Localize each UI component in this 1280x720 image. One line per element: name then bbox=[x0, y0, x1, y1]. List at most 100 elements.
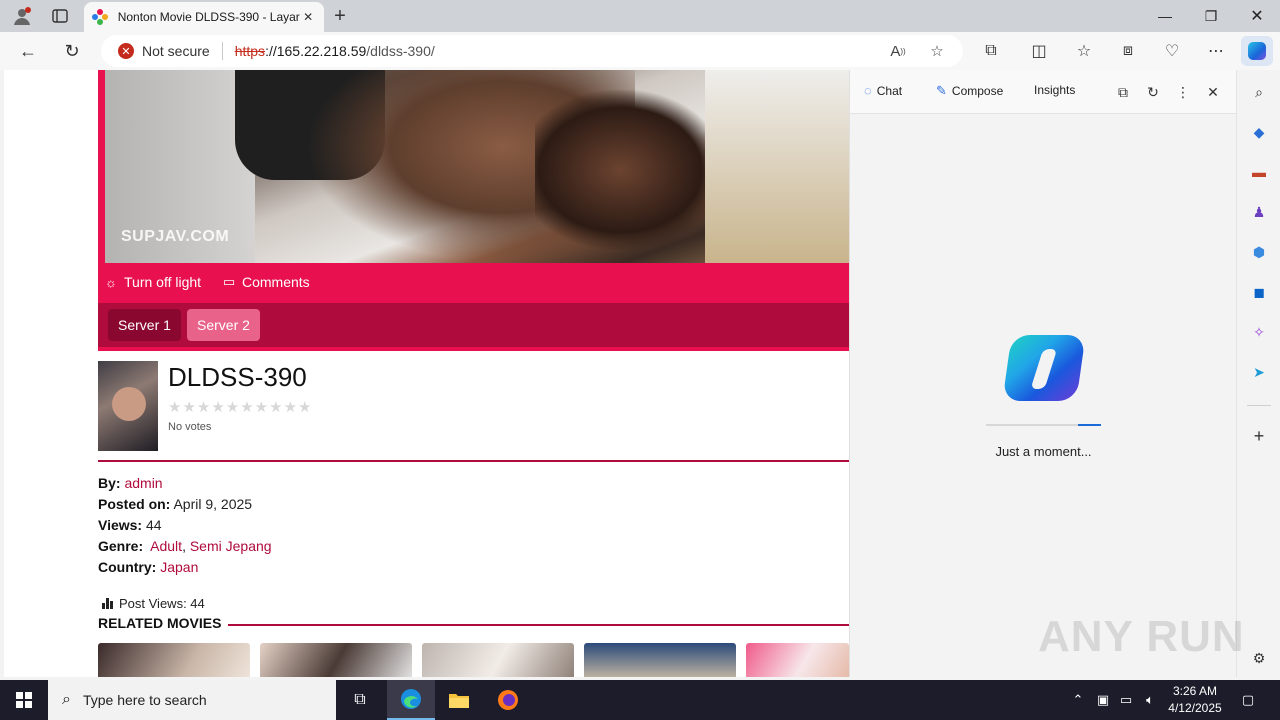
sidebar-divider bbox=[1247, 405, 1271, 406]
tab-actions-icon[interactable] bbox=[48, 4, 72, 28]
tab-close-icon[interactable]: ✕ bbox=[300, 10, 316, 24]
microsoft-365-icon[interactable]: ⬢ bbox=[1249, 242, 1269, 262]
copilot-tab-compose[interactable]: ✎ Compose bbox=[936, 83, 1003, 99]
read-aloud-icon[interactable]: A)) bbox=[888, 41, 908, 61]
taskbar-search-placeholder: Type here to search bbox=[82, 692, 207, 708]
country-link[interactable]: Japan bbox=[160, 559, 198, 575]
video-watermark: SUPJAV.COM bbox=[121, 228, 230, 245]
restore-icon[interactable]: ❐ bbox=[1188, 0, 1234, 32]
comment-icon: ▭ bbox=[222, 274, 236, 289]
rating-stars[interactable]: ★★★★★★★★★★ bbox=[168, 398, 312, 416]
posted-date: April 9, 2025 bbox=[173, 496, 253, 512]
related-thumb[interactable] bbox=[422, 643, 574, 677]
minimize-icon[interactable]: — bbox=[1142, 0, 1188, 32]
address-bar[interactable]: ✕ Not secure https://165.22.218.59/dldss… bbox=[101, 35, 963, 67]
related-divider bbox=[228, 624, 849, 626]
file-explorer-icon[interactable] bbox=[435, 680, 483, 720]
server-2-button[interactable]: Server 2 bbox=[187, 309, 260, 341]
video-player[interactable]: SUPJAV.COM bbox=[105, 70, 849, 263]
back-icon[interactable]: ← bbox=[14, 37, 42, 65]
section-divider bbox=[98, 460, 849, 462]
refresh-icon[interactable]: ↻ bbox=[58, 37, 86, 65]
designer-icon[interactable]: ✧ bbox=[1249, 322, 1269, 342]
start-button[interactable] bbox=[0, 680, 48, 720]
chat-label: Chat bbox=[876, 83, 903, 98]
vote-count: No votes bbox=[168, 421, 212, 433]
sidebar-settings-icon[interactable]: ⚙ bbox=[1249, 648, 1269, 668]
system-clock[interactable]: 3:26 AM 4/12/2025 bbox=[1160, 683, 1230, 717]
tab-strip: Nonton Movie DLDSS-390 - Layarxxi ✕ + — … bbox=[0, 0, 1280, 32]
genre-separator: , bbox=[182, 538, 186, 554]
copilot-refresh-icon[interactable]: ↻ bbox=[1143, 82, 1163, 102]
copilot-progress-bar bbox=[986, 424, 1101, 426]
tray-app-icon[interactable]: ▣ bbox=[1093, 690, 1113, 710]
favorite-star-icon[interactable]: ☆ bbox=[927, 41, 947, 61]
meta-author: By: admin bbox=[98, 475, 163, 491]
copilot-toolbar-button[interactable] bbox=[1241, 36, 1273, 66]
copilot-tab-insights[interactable]: Insights bbox=[1034, 83, 1075, 97]
send-icon[interactable]: ➤ bbox=[1249, 362, 1269, 382]
more-options-icon[interactable]: ⋯ bbox=[1202, 37, 1230, 65]
not-secure-label[interactable]: Not secure bbox=[142, 43, 210, 59]
copilot-panel: ◌ Chat ✎ Compose Insights ⧉ ↻ ⋮ ✕ Just a m… bbox=[849, 70, 1237, 677]
profile-icon[interactable] bbox=[10, 4, 34, 28]
genre-link-adult[interactable]: Adult bbox=[150, 538, 182, 554]
copilot-more-icon[interactable]: ⋮ bbox=[1173, 82, 1193, 102]
browser-essentials-icon[interactable]: ♡ bbox=[1158, 37, 1186, 65]
author-link[interactable]: admin bbox=[124, 475, 162, 491]
related-thumb[interactable] bbox=[98, 643, 250, 677]
copilot-logo-icon bbox=[1002, 335, 1086, 401]
new-tab-icon[interactable]: + bbox=[328, 4, 352, 28]
genre-link-semi-jepang[interactable]: Semi Jepang bbox=[190, 538, 272, 554]
genre-label: Genre: bbox=[98, 538, 144, 554]
related-thumb[interactable] bbox=[746, 643, 849, 677]
games-icon[interactable]: ♟ bbox=[1249, 202, 1269, 222]
related-thumb[interactable] bbox=[260, 643, 412, 677]
open-new-tab-icon[interactable]: ⧉ bbox=[1113, 82, 1133, 102]
tab-title: Nonton Movie DLDSS-390 - Layarxxi bbox=[117, 10, 301, 24]
posted-label: Posted on: bbox=[98, 496, 171, 512]
tray-overflow-icon[interactable]: ⌃ bbox=[1068, 690, 1088, 710]
poster-figure bbox=[112, 387, 146, 421]
url-text[interactable]: https://165.22.218.59/dldss-390/ bbox=[235, 43, 435, 59]
comments-button[interactable]: ▭ Comments bbox=[222, 274, 310, 290]
web-page: SUPJAV.COM ☼ Turn off light ▭ Comments S… bbox=[4, 70, 849, 677]
split-screen-icon[interactable]: ◫ bbox=[1025, 37, 1053, 65]
tab-active[interactable]: Nonton Movie DLDSS-390 - Layarxxi ✕ bbox=[84, 2, 324, 32]
meta-views: Views: 44 bbox=[98, 517, 162, 533]
extensions-icon[interactable]: ⧉ bbox=[977, 37, 1005, 65]
notifications-icon[interactable]: ▢ bbox=[1238, 690, 1258, 710]
search-icon[interactable]: ⌕ bbox=[1249, 82, 1269, 102]
tools-icon[interactable]: ▬ bbox=[1249, 162, 1269, 182]
compose-icon: ✎ bbox=[936, 83, 947, 98]
task-view-icon[interactable]: ⧉ bbox=[336, 680, 384, 720]
turn-off-light-button[interactable]: ☼ Turn off light bbox=[104, 274, 201, 290]
video-frame-part bbox=[705, 70, 849, 263]
edge-taskbar-icon[interactable] bbox=[387, 680, 435, 720]
collections-icon[interactable]: ⧈ bbox=[1114, 37, 1142, 65]
favorites-icon[interactable]: ☆ bbox=[1070, 37, 1098, 65]
outlook-icon[interactable]: ◼ bbox=[1249, 282, 1269, 302]
volume-icon[interactable]: 🔈︎ bbox=[1140, 690, 1160, 710]
clock-date: 4/12/2025 bbox=[1168, 701, 1222, 715]
related-thumb[interactable] bbox=[584, 643, 736, 677]
close-window-icon[interactable]: ✕ bbox=[1234, 0, 1280, 32]
firefox-icon[interactable] bbox=[484, 680, 532, 720]
taskbar-search[interactable]: ⌕ Type here to search bbox=[48, 680, 336, 720]
add-sidebar-app-icon[interactable]: + bbox=[1249, 426, 1269, 446]
compose-label: Compose bbox=[951, 84, 1004, 98]
server-1-button[interactable]: Server 1 bbox=[108, 309, 181, 341]
windows-logo-icon bbox=[16, 692, 32, 708]
related-heading: RELATED MOVIES bbox=[98, 615, 222, 631]
url-host: ://165.22.218.59 bbox=[265, 43, 367, 59]
copilot-tab-chat[interactable]: ◌ Chat bbox=[864, 83, 902, 98]
movie-poster[interactable] bbox=[98, 361, 158, 451]
not-secure-icon[interactable]: ✕ bbox=[118, 43, 134, 59]
video-frame-part bbox=[535, 90, 725, 250]
post-views-label: Post Views: 44 bbox=[119, 596, 205, 611]
country-label: Country: bbox=[98, 559, 157, 575]
bar-chart-icon bbox=[102, 598, 113, 609]
copilot-close-icon[interactable]: ✕ bbox=[1203, 82, 1223, 102]
shopping-tag-icon[interactable]: ◆ bbox=[1249, 122, 1269, 142]
network-icon[interactable]: ▭ bbox=[1116, 690, 1136, 710]
